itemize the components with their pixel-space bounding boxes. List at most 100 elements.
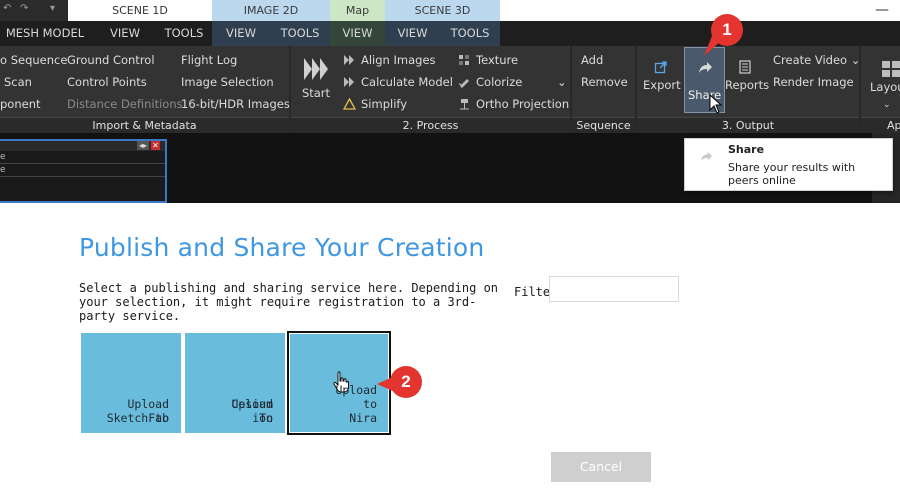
minimize-icon[interactable]: — <box>875 0 889 21</box>
tile-upload-cesium[interactable]: Upload To Cesium ion <box>185 333 285 433</box>
dialog-description: Select a publishing and sharing service … <box>79 281 499 323</box>
colorize-button[interactable]: Colorize <box>458 75 522 89</box>
context-tab-scene1d[interactable]: SCENE 1D <box>68 0 212 21</box>
layout-label: Layou <box>870 80 900 94</box>
calculate-model-label: Calculate Model <box>361 75 453 89</box>
tab-tools[interactable]: TOOLS <box>156 21 212 46</box>
share-tooltip: Share Share your results with peers onli… <box>684 138 893 191</box>
ground-control-button[interactable]: Ground Control <box>67 53 155 67</box>
badge-pointer-1 <box>704 36 722 56</box>
start-label: Start <box>301 86 331 100</box>
quick-access-toolbar: ↶ ↷ ▾ <box>0 0 68 21</box>
section-footer-output: 3. Output <box>637 117 859 133</box>
tab-scene3d-view[interactable]: VIEW <box>385 21 440 46</box>
pin-icon[interactable]: ◂▸ <box>136 141 149 150</box>
render-image-button[interactable]: Render Image <box>773 75 854 89</box>
context-tab-map[interactable]: Map <box>330 0 385 21</box>
close-icon[interactable]: ✕ <box>151 141 160 150</box>
distance-definitions-button[interactable]: Distance Definitions <box>67 97 183 111</box>
colorize-label: Colorize <box>476 75 523 89</box>
redo-icon[interactable]: ↷ <box>20 3 28 14</box>
tile-upload-sketchfab[interactable]: Upload to SketchFab <box>81 333 181 433</box>
ribbon-section-sequence: Add Remove Sequence <box>572 46 635 133</box>
hdr-images-button[interactable]: 16-bit/HDR Images <box>181 97 290 111</box>
sequence-button[interactable]: o Sequence <box>0 53 67 67</box>
control-points-button[interactable]: Control Points <box>67 75 147 89</box>
tab-view[interactable]: VIEW <box>96 21 154 46</box>
ribbon-section-process: Start Align Images Calculate Model ⌄ Sim… <box>291 46 570 133</box>
layout-dropdown-icon[interactable]: ⌄ <box>883 100 891 110</box>
scan-button[interactable]: Scan <box>4 75 32 89</box>
texture-label: Texture <box>476 53 519 67</box>
tooltip-description: Share your results with peers online <box>728 161 856 187</box>
section-footer-app: App <box>861 117 900 133</box>
title-strip: ↶ ↷ ▾ SCENE 1D IMAGE 2D Map SCENE 3D — <box>0 0 900 21</box>
align-images-button[interactable]: Align Images <box>343 53 436 67</box>
mouse-cursor-icon <box>709 94 723 114</box>
customize-dropdown-icon[interactable]: ▾ <box>50 3 55 14</box>
align-images-label: Align Images <box>361 53 436 67</box>
image-selection-button[interactable]: Image Selection <box>181 75 274 89</box>
align-images-icon <box>344 55 354 65</box>
share-icon <box>699 62 712 73</box>
export-label: Export <box>643 78 681 92</box>
colorize-icon <box>460 79 469 88</box>
component-button[interactable]: ponent <box>0 97 41 111</box>
filter-input[interactable] <box>549 276 679 302</box>
calculate-model-button[interactable]: Calculate Model ⌄ <box>343 75 466 89</box>
create-video-button[interactable]: Create Video ⌄ <box>773 53 860 67</box>
layout-icon <box>882 61 900 77</box>
section-footer-process: 2. Process <box>291 117 570 133</box>
ortho-projection-label: Ortho Projection <box>476 97 570 111</box>
tile-upload-nira[interactable]: Upload to Nira <box>287 331 391 435</box>
simplify-icon <box>343 98 356 110</box>
create-video-label: Create Video <box>773 53 848 67</box>
tab-mesh-model[interactable]: MESH MODEL <box>0 21 90 46</box>
flight-log-button[interactable]: Flight Log <box>181 53 237 67</box>
ortho-projection-icon <box>460 99 469 110</box>
chevron-down-icon[interactable]: ⌄ <box>851 53 861 67</box>
start-button[interactable]: Start <box>297 56 335 100</box>
side-panel: ◂▸ ✕ e e <box>0 139 167 203</box>
ribbon-tab-row: MESH MODEL VIEW TOOLS VIEW TOOLS VIEW VI… <box>0 21 900 46</box>
colorize-dropdown-icon[interactable]: ⌄ <box>557 75 567 89</box>
tab-image2d-view[interactable]: VIEW <box>212 21 270 46</box>
section-footer-sequence: Sequence <box>572 117 635 133</box>
add-button[interactable]: Add <box>581 53 603 67</box>
layout-button[interactable]: Layou <box>867 60 900 94</box>
remove-button[interactable]: Remove <box>581 75 628 89</box>
calculate-model-icon <box>344 77 354 87</box>
reports-icon <box>739 60 751 74</box>
export-icon <box>654 61 667 74</box>
tab-map-view[interactable]: VIEW <box>330 21 385 46</box>
tab-scene3d-tools[interactable]: TOOLS <box>440 21 500 46</box>
ribbon-section-output: Export Reports Create Video ⌄ Render Ima… <box>637 46 860 133</box>
ortho-projection-button[interactable]: Ortho Projection <box>458 97 569 111</box>
export-button[interactable]: Export <box>643 60 681 92</box>
context-tab-scene3d[interactable]: SCENE 3D <box>385 0 500 21</box>
ribbon: o Sequence Scan ponent Ground Control Co… <box>0 46 900 133</box>
panel-header: ◂▸ ✕ <box>0 141 165 151</box>
simplify-label: Simplify <box>361 97 408 111</box>
panel-row[interactable]: e <box>0 151 165 164</box>
texture-icon <box>459 55 469 65</box>
tab-image2d-tools[interactable]: TOOLS <box>270 21 330 46</box>
cancel-button[interactable]: Cancel <box>551 452 651 482</box>
publish-dialog: Publish and Share Your Creation Select a… <box>0 203 900 501</box>
section-footer-import: Import & Metadata <box>0 117 289 133</box>
undo-icon[interactable]: ↶ <box>3 3 11 14</box>
texture-button[interactable]: Texture <box>458 53 518 67</box>
simplify-button[interactable]: Simplify <box>343 97 407 111</box>
reports-label: Reports <box>725 78 770 92</box>
tile-label-line2: Upload to Nira <box>335 383 377 425</box>
reports-button[interactable]: Reports <box>725 60 769 92</box>
start-icon <box>304 58 328 80</box>
share-icon <box>700 151 712 162</box>
panel-row[interactable]: e <box>0 164 165 177</box>
context-tab-image2d[interactable]: IMAGE 2D <box>212 0 330 21</box>
step-badge-2: 2 <box>390 366 422 398</box>
dialog-title: Publish and Share Your Creation <box>79 233 485 262</box>
ribbon-section-import: o Sequence Scan ponent Ground Control Co… <box>0 46 290 133</box>
tile-label-line2: Cesium ion <box>231 397 273 425</box>
tile-label-line2: SketchFab <box>106 411 169 425</box>
